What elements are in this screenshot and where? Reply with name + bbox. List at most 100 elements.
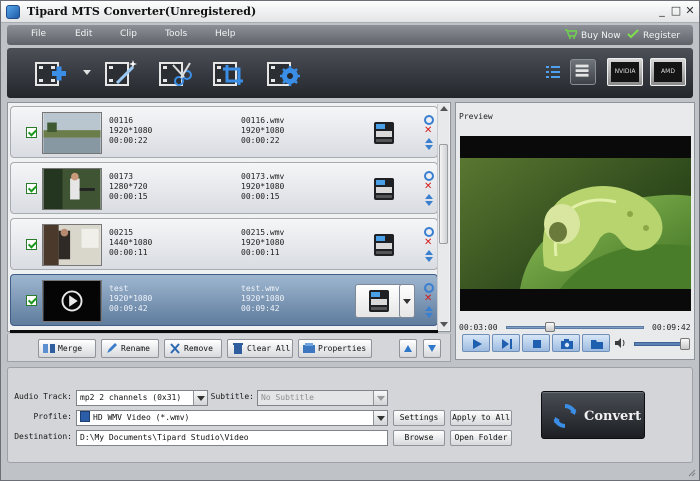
chevron-down-icon[interactable]	[373, 411, 387, 425]
menu-edit[interactable]: Edit	[75, 29, 92, 39]
detail-view-button[interactable]	[570, 59, 596, 85]
settings-button[interactable]: Settings	[393, 410, 445, 426]
row-remove-icon[interactable]: ✕	[424, 238, 432, 248]
destination-input[interactable]: D:\My Documents\Tipard Studio\Video	[76, 430, 388, 446]
seek-bar[interactable]	[506, 322, 644, 332]
hd-format-icon[interactable]	[373, 121, 395, 145]
remove-icon	[170, 343, 180, 354]
file-row[interactable]: 00173 1280*720 00:00:15 00173.wmv 1920*1…	[10, 162, 438, 214]
current-time: 00:03:00	[459, 323, 498, 332]
subtitle-select[interactable]: No Subtitle	[257, 390, 388, 406]
row-move-down-icon[interactable]	[425, 145, 433, 150]
file-list-scrollbar[interactable]	[437, 104, 449, 330]
file-checkbox[interactable]	[26, 239, 37, 250]
stop-icon	[533, 340, 541, 348]
properties-button[interactable]: Properties	[298, 339, 372, 358]
profile-select[interactable]: HD WMV Video (*.wmv)	[76, 410, 388, 426]
preferences-button[interactable]	[265, 57, 301, 89]
video-thumbnail[interactable]	[42, 224, 102, 266]
trim-button[interactable]	[157, 57, 193, 89]
nvidia-badge: NVIDIA	[607, 58, 643, 86]
crop-button[interactable]	[211, 57, 247, 89]
convert-button[interactable]: Convert	[541, 391, 645, 439]
file-row[interactable]: 00215 1440*1080 00:00:11 00215.wmv 1920*…	[10, 218, 438, 270]
row-settings-icon[interactable]	[424, 227, 434, 237]
row-remove-icon[interactable]: ✕	[424, 294, 432, 304]
close-button[interactable]: ✕	[683, 4, 697, 18]
row-move-down-icon[interactable]	[425, 257, 433, 262]
row-move-up-icon[interactable]	[425, 306, 433, 311]
move-up-button[interactable]	[399, 339, 417, 358]
merge-button[interactable]: Merge	[38, 339, 96, 358]
volume-slider[interactable]	[634, 338, 691, 350]
apply-to-all-button[interactable]: Apply to All	[450, 410, 512, 426]
buy-now-link[interactable]: Buy Now	[565, 29, 621, 41]
stop-button[interactable]	[522, 334, 550, 352]
seek-handle[interactable]	[544, 322, 555, 332]
volume-handle[interactable]	[680, 338, 691, 350]
add-file-dropdown-caret[interactable]	[83, 70, 91, 75]
file-row-selected[interactable]: test 1920*1080 00:09:42 test.wmv 1920*10…	[10, 274, 438, 326]
menu-help[interactable]: Help	[215, 29, 236, 39]
minimize-button[interactable]: _	[655, 4, 669, 18]
row-settings-icon[interactable]	[424, 283, 434, 293]
row-remove-icon[interactable]: ✕	[424, 126, 432, 136]
file-checkbox[interactable]	[26, 127, 37, 138]
next-frame-button[interactable]	[492, 334, 520, 352]
preview-video[interactable]	[460, 136, 691, 311]
crop-icon	[213, 62, 243, 86]
output-name: 00173.wmv	[241, 172, 285, 181]
output-resolution: 1920*1080	[241, 238, 285, 247]
register-link[interactable]: Register	[627, 29, 680, 41]
hd-format-icon[interactable]	[373, 233, 395, 257]
output-duration: 00:00:11	[241, 248, 280, 257]
row-move-up-icon[interactable]	[425, 250, 433, 255]
video-thumbnail[interactable]	[42, 280, 102, 322]
row-settings-icon[interactable]	[424, 115, 434, 125]
clear-all-button[interactable]: Clear All	[227, 339, 293, 358]
source-duration: 00:00:11	[109, 248, 148, 257]
properties-label: Properties	[318, 344, 367, 353]
scroll-thumb[interactable]	[439, 144, 448, 244]
rename-button[interactable]: Rename	[101, 339, 159, 358]
row-move-up-icon[interactable]	[425, 138, 433, 143]
hd-format-icon[interactable]	[373, 177, 395, 201]
file-row[interactable]: 00116 1920*1080 00:00:22 00116.wmv 1920*…	[10, 106, 438, 158]
scroll-down-icon[interactable]	[440, 322, 448, 327]
video-thumbnail[interactable]	[42, 112, 102, 154]
volume-icon[interactable]	[614, 337, 626, 349]
amd-badge: AMD	[650, 58, 686, 86]
play-button[interactable]	[462, 334, 490, 352]
trash-icon	[233, 343, 243, 354]
scroll-up-icon[interactable]	[440, 106, 448, 111]
open-folder-button[interactable]: Open Folder	[450, 430, 512, 446]
add-file-button[interactable]	[33, 57, 69, 89]
effect-button[interactable]	[103, 57, 139, 89]
list-view-button[interactable]	[540, 59, 566, 85]
source-resolution: 1440*1080	[109, 238, 153, 247]
resize-grip-icon[interactable]	[686, 467, 696, 477]
move-down-button[interactable]	[423, 339, 441, 358]
register-label: Register	[643, 31, 681, 41]
audio-track-value: mp2 2 channels (0x31)	[80, 393, 182, 402]
output-format-selector[interactable]	[355, 284, 403, 318]
menu-file[interactable]: File	[31, 29, 46, 39]
menu-tools[interactable]: Tools	[165, 29, 187, 39]
browse-button[interactable]: Browse	[393, 430, 445, 446]
file-checkbox[interactable]	[26, 295, 37, 306]
audio-track-select[interactable]: mp2 2 channels (0x31)	[76, 390, 208, 406]
row-move-down-icon[interactable]	[425, 313, 433, 318]
menu-clip[interactable]: Clip	[120, 29, 137, 39]
maximize-button[interactable]: □	[669, 4, 683, 18]
row-remove-icon[interactable]: ✕	[424, 182, 432, 192]
row-move-down-icon[interactable]	[425, 201, 433, 206]
row-settings-icon[interactable]	[424, 171, 434, 181]
video-thumbnail[interactable]	[42, 168, 102, 210]
output-format-dropdown[interactable]	[399, 284, 415, 318]
row-move-up-icon[interactable]	[425, 194, 433, 199]
snapshot-button[interactable]	[552, 334, 580, 352]
remove-button[interactable]: Remove	[164, 339, 222, 358]
file-checkbox[interactable]	[26, 183, 37, 194]
open-snapshot-folder-button[interactable]	[582, 334, 610, 352]
chevron-down-icon[interactable]	[373, 391, 387, 405]
